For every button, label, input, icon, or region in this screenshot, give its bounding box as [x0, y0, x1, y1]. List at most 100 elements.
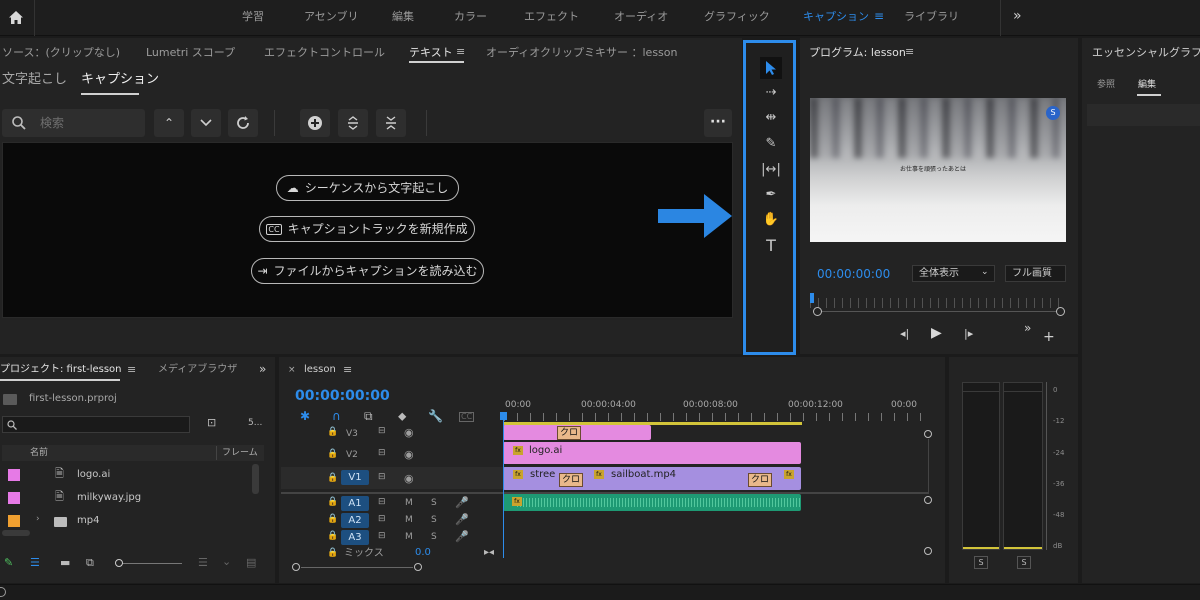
solo-button[interactable]: S	[431, 499, 437, 508]
quality-select[interactable]: フル画質	[1005, 265, 1066, 282]
chevron-up-icon[interactable]: ⌃	[154, 109, 184, 137]
workspace-tab-color[interactable]: カラー	[454, 11, 487, 22]
step-forward-icon[interactable]: |▸	[964, 328, 973, 339]
transcribe-sequence-button[interactable]: ☁ シーケンスから文字起こし	[276, 175, 459, 201]
zoom-select[interactable]: 全体表示 ⌄	[912, 265, 995, 282]
tab-edit[interactable]: 編集	[1138, 81, 1156, 90]
clip-v3[interactable]: クロ	[503, 425, 651, 440]
microphone-icon[interactable]: 🎤	[455, 497, 469, 508]
cross-dissolve-transition[interactable]: クロ	[748, 473, 773, 487]
clip-v1[interactable]: fx stree クロ fx sailboat.mp4 クロ fx	[503, 467, 801, 490]
lock-icon[interactable]: 🔒	[327, 532, 338, 541]
type-tool-icon[interactable]: T	[760, 236, 782, 256]
timeline-playhead[interactable]	[503, 413, 504, 558]
column-name[interactable]: 名前	[30, 449, 48, 458]
sync-lock-icon[interactable]: ⊟	[378, 515, 386, 524]
sort-icon[interactable]: ☰	[198, 557, 208, 568]
lock-icon[interactable]: 🔒	[327, 450, 338, 459]
wrench-icon[interactable]: 🔧	[428, 410, 443, 422]
icon-view-icon[interactable]: ▬	[60, 557, 70, 568]
zoom-slider[interactable]	[118, 563, 182, 564]
horizontal-zoom-bar[interactable]	[292, 563, 422, 571]
double-chevron-right-icon[interactable]: »	[1024, 322, 1031, 334]
mute-button[interactable]: M	[405, 516, 413, 525]
solo-button[interactable]: S	[431, 533, 437, 542]
horizontal-scrollbar[interactable]	[2, 530, 30, 536]
marker-icon[interactable]: ⬥	[398, 410, 406, 422]
nest-icon[interactable]: ✱	[300, 410, 310, 422]
project-item-name[interactable]: logo.ai	[77, 470, 110, 480]
merge-caption-icon[interactable]	[376, 109, 406, 137]
lock-icon[interactable]: 🔒	[327, 474, 338, 483]
program-timecode[interactable]: 00:00:00:00	[817, 268, 890, 280]
add-caption-icon[interactable]	[300, 109, 330, 137]
ripple-edit-tool-icon[interactable]: ⇹	[760, 108, 782, 128]
new-caption-track-button[interactable]: CC キャプショントラックを新規作成	[259, 216, 475, 242]
track-v1-toggle[interactable]: V1	[341, 470, 369, 485]
workspace-tab-graphics[interactable]: グラフィック	[704, 11, 770, 22]
tab-project[interactable]: プロジェクト: first-lesson	[0, 365, 122, 375]
project-item-name[interactable]: milkyway.jpg	[77, 493, 141, 503]
refresh-icon[interactable]	[228, 109, 258, 137]
split-caption-icon[interactable]	[338, 109, 368, 137]
track-select-tool-icon[interactable]: ⇢	[760, 83, 782, 103]
solo-left-button[interactable]: S	[974, 556, 988, 569]
tab-lumetri-scopes[interactable]: Lumetri スコープ	[146, 47, 235, 58]
monitor-playhead[interactable]	[810, 293, 814, 303]
sync-lock-icon[interactable]: ⊟	[378, 473, 386, 482]
slip-tool-icon[interactable]: |↔|	[760, 160, 782, 180]
lock-icon[interactable]: 🔒	[327, 549, 338, 558]
project-item-name[interactable]: mp4	[77, 516, 99, 526]
vertical-zoom-handle[interactable]	[924, 430, 932, 438]
cross-dissolve-transition[interactable]: クロ	[557, 426, 582, 440]
panel-menu-icon[interactable]: ≡	[343, 364, 352, 375]
sequence-tab[interactable]: lesson	[304, 365, 336, 375]
menu-icon[interactable]: ≡	[874, 10, 884, 22]
panel-menu-icon[interactable]: ≡	[127, 364, 136, 375]
new-bin-icon[interactable]: ⊡	[207, 417, 216, 428]
lock-icon[interactable]: 🔒	[327, 498, 338, 507]
track-v3-label[interactable]: V3	[346, 430, 358, 439]
subtab-captions[interactable]: キャプション	[81, 73, 159, 86]
tab-menu-icon[interactable]: ≡	[456, 46, 465, 57]
workspace-tab-effects[interactable]: エフェクト	[524, 11, 579, 22]
chevron-down-icon[interactable]	[191, 109, 221, 137]
snap-icon[interactable]: ∩	[332, 410, 341, 422]
home-icon[interactable]	[8, 10, 24, 26]
vertical-zoom-handle[interactable]	[924, 496, 932, 504]
solo-button[interactable]: S	[431, 516, 437, 525]
tab-text[interactable]: テキスト	[409, 47, 453, 58]
timeline-ruler[interactable]	[504, 413, 922, 421]
eye-icon[interactable]: ◉	[404, 449, 414, 460]
timeline-timecode[interactable]: 00:00:00:00	[295, 389, 390, 403]
eye-icon[interactable]: ◉	[404, 473, 414, 484]
more-options-icon[interactable]: ···	[704, 109, 732, 137]
scrollbar[interactable]	[252, 464, 259, 494]
double-chevron-right-icon[interactable]: »	[259, 363, 266, 375]
tab-media-browser[interactable]: メディアブラウザ	[158, 365, 237, 375]
mute-button[interactable]: M	[405, 499, 413, 508]
project-search-input[interactable]	[2, 416, 190, 433]
razor-tool-icon[interactable]: ✎	[760, 134, 782, 154]
workspace-tab-assembly[interactable]: アセンブリ	[304, 11, 358, 22]
label-color-swatch[interactable]	[8, 515, 20, 527]
freeform-view-icon[interactable]: ⧉	[86, 557, 94, 568]
workspace-tab-captions[interactable]: キャプション	[803, 11, 869, 22]
sync-lock-icon[interactable]: ⊟	[378, 532, 386, 541]
selection-tool-icon[interactable]	[760, 57, 782, 79]
close-icon[interactable]: ×	[288, 366, 296, 375]
add-button-icon[interactable]: +	[1043, 330, 1055, 344]
import-captions-button[interactable]: ⇥ ファイルからキャプションを読み込む	[251, 258, 484, 284]
track-a1-toggle[interactable]: A1	[341, 496, 369, 511]
tab-source[interactable]: ソース：(クリップなし)	[2, 47, 120, 58]
workspace-tab-libraries[interactable]: ライブラリ	[904, 11, 959, 22]
chevron-down-icon[interactable]: ⌄	[222, 556, 231, 567]
search-box[interactable]: 検索	[2, 109, 145, 137]
pen-tool-icon[interactable]: ✒	[760, 185, 782, 205]
subtab-transcript[interactable]: 文字起こし	[2, 73, 67, 86]
monitor-zoom-bar[interactable]	[813, 307, 1065, 317]
hand-tool-icon[interactable]: ✋	[760, 210, 782, 230]
double-chevron-right-icon[interactable]: »	[1013, 9, 1022, 23]
tab-effect-controls[interactable]: エフェクトコントロール	[264, 47, 385, 58]
workspace-tab-learn[interactable]: 学習	[242, 11, 264, 22]
